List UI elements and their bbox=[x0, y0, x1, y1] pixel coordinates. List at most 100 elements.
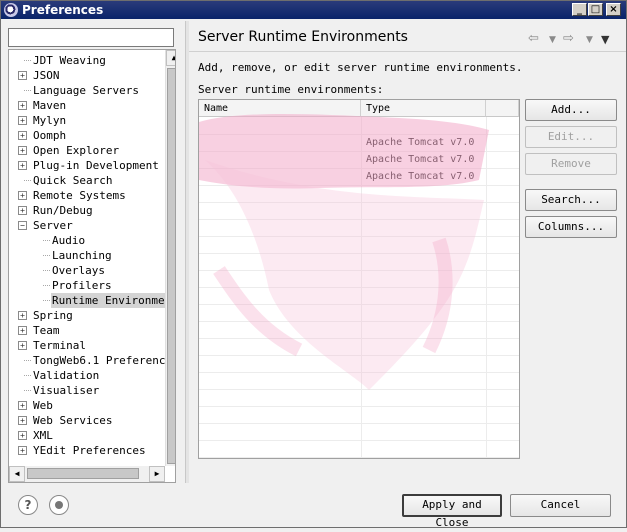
grid-line bbox=[199, 253, 519, 254]
tree-connector bbox=[24, 60, 31, 61]
runtime-name-cell[interactable] bbox=[203, 117, 359, 134]
edit-button[interactable]: Edit... bbox=[525, 126, 617, 148]
tree-item-label: Plug-in Development bbox=[33, 159, 159, 172]
collapse-icon[interactable]: − bbox=[18, 221, 27, 230]
grid-line bbox=[199, 236, 519, 237]
scroll-right-icon[interactable]: ▶ bbox=[149, 466, 165, 482]
expand-icon[interactable]: + bbox=[18, 431, 27, 440]
tree-scroll-thumb[interactable] bbox=[167, 68, 175, 464]
runtime-name-cell[interactable] bbox=[203, 134, 359, 151]
grid-line bbox=[199, 287, 519, 288]
expand-icon[interactable]: + bbox=[18, 146, 27, 155]
close-button[interactable]: × bbox=[606, 3, 621, 16]
forward-history-icon[interactable]: ▼ bbox=[586, 35, 593, 45]
preferences-window: Preferences _ □ × JDT Weaving + JSON Langua… bbox=[0, 0, 627, 529]
tree-item-label: Oomph bbox=[33, 129, 67, 142]
grid-line bbox=[199, 270, 519, 271]
tree-item-label: TongWeb6.1 Preference bbox=[33, 354, 173, 367]
tree-item-label: Visualiser bbox=[33, 384, 100, 397]
expand-icon[interactable]: + bbox=[18, 131, 27, 140]
column-header-filler bbox=[486, 100, 519, 117]
grid-line bbox=[199, 457, 519, 458]
tree-item-label: Remote Systems bbox=[33, 189, 126, 202]
apply-and-close-button[interactable]: Apply and Close bbox=[402, 494, 502, 529]
tree-connector bbox=[24, 90, 31, 91]
expand-icon[interactable]: + bbox=[18, 206, 27, 215]
view-menu-icon[interactable]: ▼ bbox=[601, 33, 609, 46]
tree-item-label: XML bbox=[33, 429, 53, 442]
header-divider bbox=[189, 51, 626, 52]
scroll-left-icon[interactable]: ◀ bbox=[9, 466, 25, 482]
help-icon[interactable]: ? bbox=[18, 495, 38, 515]
tree-connector bbox=[24, 360, 31, 361]
expand-icon[interactable]: + bbox=[18, 311, 27, 320]
tree-item-label: Spring bbox=[33, 309, 73, 322]
expand-icon[interactable]: + bbox=[18, 101, 27, 110]
tree-item-label: Run/Debug bbox=[33, 204, 93, 217]
tree-connector bbox=[43, 255, 50, 256]
tree-item-label: Profilers bbox=[52, 279, 112, 292]
tree-horizontal-scrollbar[interactable]: ◀ ▶ bbox=[9, 466, 165, 482]
tree-item-label: Validation bbox=[33, 369, 100, 382]
expand-icon[interactable]: + bbox=[18, 416, 27, 425]
tree-item-label: Terminal bbox=[33, 339, 86, 352]
expand-icon[interactable]: + bbox=[18, 326, 27, 335]
tree-item-label: Runtime Environmen bbox=[51, 293, 173, 308]
grid-line bbox=[199, 202, 519, 203]
minimize-button[interactable]: _ bbox=[572, 3, 587, 16]
expand-icon[interactable]: + bbox=[18, 446, 27, 455]
runtime-type-cell[interactable]: Apache Tomcat v7.0 bbox=[366, 168, 484, 185]
filter-input[interactable] bbox=[8, 28, 174, 47]
runtime-table[interactable]: Name Type Apache Tomcat v7.0 Apache Tomca… bbox=[198, 99, 520, 459]
tree-connector bbox=[43, 285, 50, 286]
runtime-type-cell[interactable]: Apache Tomcat v7.0 bbox=[366, 151, 484, 168]
runtime-type-cell[interactable]: Apache Tomcat v7.0 bbox=[366, 134, 484, 151]
back-arrow-icon[interactable]: ⇦ bbox=[528, 31, 539, 46]
tree-item-label: Overlays bbox=[52, 264, 105, 277]
expand-icon[interactable]: + bbox=[18, 71, 27, 80]
expand-icon[interactable]: + bbox=[18, 341, 27, 350]
cancel-button[interactable]: Cancel bbox=[510, 494, 611, 517]
import-export-icon[interactable] bbox=[49, 495, 69, 515]
tree-item-label: Mylyn bbox=[33, 114, 67, 127]
tree-item-label: JSON bbox=[33, 69, 60, 82]
title-bar: Preferences _ □ × bbox=[1, 1, 626, 19]
tree-item-label: Open Explorer bbox=[33, 144, 120, 157]
window-title: Preferences bbox=[22, 3, 104, 17]
expand-icon[interactable]: + bbox=[18, 191, 27, 200]
runtime-type-cell[interactable] bbox=[366, 117, 484, 134]
column-header-name[interactable]: Name bbox=[199, 100, 361, 117]
grid-line bbox=[199, 440, 519, 441]
columns-button[interactable]: Columns... bbox=[525, 216, 617, 238]
tree-hscroll-thumb[interactable] bbox=[27, 468, 139, 479]
tree-item-label: Maven bbox=[33, 99, 67, 112]
tree-item-label: Team bbox=[33, 324, 60, 337]
back-history-icon[interactable]: ▼ bbox=[549, 35, 556, 45]
forward-arrow-icon[interactable]: ⇨ bbox=[563, 31, 574, 46]
expand-icon[interactable]: + bbox=[18, 401, 27, 410]
grid-column-line bbox=[361, 117, 362, 458]
maximize-button[interactable]: □ bbox=[588, 3, 603, 16]
tree-item-label: YEdit Preferences bbox=[33, 444, 146, 457]
runtime-name-cell[interactable] bbox=[203, 168, 359, 185]
tree-vertical-scrollbar[interactable]: ▲ bbox=[165, 50, 175, 466]
tree-connector bbox=[24, 390, 31, 391]
grid-line bbox=[199, 338, 519, 339]
grid-line bbox=[199, 185, 519, 186]
remove-button[interactable]: Remove bbox=[525, 153, 617, 175]
expand-icon[interactable]: + bbox=[18, 116, 27, 125]
expand-icon[interactable]: + bbox=[18, 161, 27, 170]
grid-column-line bbox=[486, 117, 487, 458]
scroll-up-icon[interactable]: ▲ bbox=[166, 50, 175, 66]
panel-sash[interactable] bbox=[185, 21, 189, 483]
tree-item-label: Audio bbox=[52, 234, 86, 247]
add-button[interactable]: Add... bbox=[525, 99, 617, 121]
column-header-type[interactable]: Type bbox=[361, 100, 486, 117]
grid-line bbox=[199, 321, 519, 322]
page-description: Add, remove, or edit server runtime envi… bbox=[198, 61, 523, 74]
runtime-name-cell[interactable] bbox=[203, 151, 359, 168]
grid-line bbox=[199, 423, 519, 424]
page-title: Server Runtime Environments bbox=[198, 29, 408, 45]
tree-item-label: Server bbox=[33, 219, 73, 232]
search-button[interactable]: Search... bbox=[525, 189, 617, 211]
